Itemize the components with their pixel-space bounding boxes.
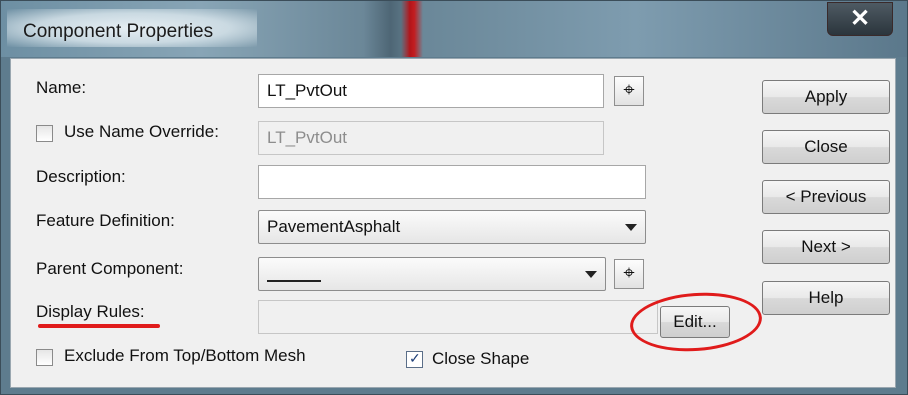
apply-button[interactable]: Apply	[762, 80, 890, 114]
name-input[interactable]: LT_PvtOut	[258, 74, 604, 108]
name-override-input: LT_PvtOut	[258, 121, 604, 155]
use-name-override-label: Use Name Override:	[64, 122, 219, 141]
close-shape-checkbox[interactable]: ✓	[406, 350, 423, 368]
display-rules-label: Display Rules:	[36, 302, 145, 321]
title-bar[interactable]: Component Properties ✕	[1, 1, 907, 57]
chevron-down-icon	[585, 271, 597, 278]
use-name-override-checkbox[interactable]	[36, 125, 53, 142]
next-button[interactable]: Next >	[762, 230, 890, 264]
parent-component-label: Parent Component:	[36, 259, 184, 278]
parent-component-select[interactable]	[258, 257, 606, 291]
name-label: Name:	[36, 78, 87, 97]
crosshair-icon: ⌖	[623, 79, 635, 101]
exclude-mesh-label: Exclude From Top/Bottom Mesh	[64, 346, 306, 365]
close-shape-label: Close Shape	[432, 349, 530, 368]
close-icon: ✕	[849, 5, 871, 32]
parent-pick-button[interactable]: ⌖	[614, 259, 644, 289]
crosshair-icon: ⌖	[623, 262, 635, 284]
background-streak	[401, 1, 423, 57]
highlight-underline	[38, 324, 160, 328]
help-button[interactable]: Help	[762, 281, 890, 315]
description-label: Description:	[36, 167, 126, 186]
name-pick-button[interactable]: ⌖	[614, 76, 644, 106]
feature-definition-label: Feature Definition:	[36, 211, 175, 230]
checkmark-icon: ✓	[409, 350, 421, 366]
chevron-down-icon	[625, 224, 637, 231]
exclude-mesh-checkbox[interactable]	[36, 349, 53, 366]
feature-definition-value: PavementAsphalt	[267, 217, 401, 236]
close-button[interactable]: Close	[762, 130, 890, 164]
empty-selection-line	[267, 280, 321, 282]
window-title: Component Properties	[23, 21, 214, 42]
feature-definition-select[interactable]: PavementAsphalt	[258, 210, 646, 244]
window-close-button[interactable]: ✕	[827, 2, 893, 36]
previous-button[interactable]: < Previous	[762, 180, 890, 214]
description-input[interactable]	[258, 165, 646, 199]
display-rules-input	[258, 300, 658, 334]
